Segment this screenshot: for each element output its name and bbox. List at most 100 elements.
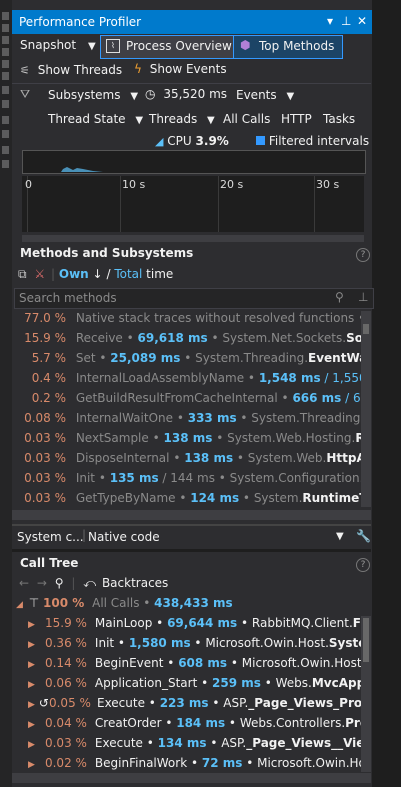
- namespace: • Webs.: [260, 676, 312, 690]
- list-item[interactable]: 0.4 % InternalLoadAssemblyName • 1,548 m…: [12, 371, 361, 391]
- tree-row[interactable]: ▶ 0.04 % CreatOrder • 184 ms • Webs.Contro…: [12, 716, 361, 736]
- tree-row[interactable]: ▶ ↺0.05 % Execute • 223 ms • ASP._Page_Vie…: [12, 696, 361, 716]
- expand-triangle-icon[interactable]: ▶: [28, 680, 35, 690]
- list-item[interactable]: 0.03 % Init • 135 ms / 144 ms • System.C…: [12, 471, 361, 491]
- cpu-graph[interactable]: [22, 150, 366, 174]
- filtered-swatch: [256, 136, 265, 145]
- expand-triangle-icon[interactable]: ▶: [28, 700, 35, 710]
- percent: 0.36 %: [44, 636, 87, 650]
- search-methods-input[interactable]: Search methods ⚲ ⊥: [14, 288, 374, 309]
- snapshot-dropdown[interactable]: Snapshot ▼: [20, 38, 96, 52]
- expand-triangle-icon[interactable]: ▶: [28, 620, 35, 630]
- method-time: 69,618 ms: [137, 331, 208, 345]
- expand-triangle-icon[interactable]: ▶: [28, 660, 35, 670]
- own-sort[interactable]: Own: [59, 267, 89, 281]
- search-icon[interactable]: ⚲: [55, 576, 64, 590]
- namespace: • ASP.: [206, 736, 247, 750]
- show-events-toggle[interactable]: ϟ Show Events: [134, 62, 227, 76]
- search-icon[interactable]: ⚲: [335, 290, 344, 304]
- back-icon[interactable]: ←: [19, 576, 29, 590]
- tick-line: [218, 176, 219, 232]
- process-overview-button[interactable]: ⌇ Process Overview: [100, 35, 234, 59]
- calltree-hscrollbar[interactable]: [12, 773, 371, 783]
- tree-root-row[interactable]: ◢ ⊤ 100 % All Calls • 438,433 ms: [12, 596, 361, 616]
- class-name: _Page_Views_Produ: [248, 696, 361, 710]
- chevron-down-icon: ▼: [286, 91, 295, 102]
- tick-line: [120, 176, 121, 232]
- filter-icon[interactable]: ⛛: [20, 87, 30, 102]
- pin-icon[interactable]: ⊥: [358, 290, 368, 304]
- list-item[interactable]: 0.03 % NextSample • 138 ms • System.Web.…: [12, 431, 361, 451]
- show-threads-toggle[interactable]: ⚟ Show Threads: [20, 63, 122, 77]
- percent: 77.0 %: [24, 311, 66, 325]
- expand-triangle-icon[interactable]: ▶: [28, 740, 35, 750]
- dropdown-icon[interactable]: ▾: [327, 14, 333, 28]
- list-item[interactable]: 5.7 % Set • 25,089 ms • System.Threading…: [12, 351, 361, 371]
- methods-scrollbar[interactable]: [361, 311, 371, 507]
- clock-icon: ◷: [145, 87, 156, 101]
- expand-triangle-icon[interactable]: ◢: [16, 600, 23, 610]
- tasks-filter[interactable]: Tasks: [323, 112, 355, 126]
- percent: 0.2 %: [31, 391, 66, 405]
- list-item[interactable]: 0.08 % InternalWaitOne • 333 ms • System…: [12, 411, 361, 431]
- filter-off-icon[interactable]: ⚔: [34, 267, 45, 281]
- divider: |: [51, 267, 56, 281]
- subsystems-label: Subsystems: [48, 88, 121, 102]
- subsystems-dropdown[interactable]: Subsystems ▼: [48, 88, 138, 102]
- timeline-scrollbar[interactable]: [22, 235, 364, 242]
- backtraces-icon: ⤺: [83, 576, 97, 590]
- pin-icon[interactable]: ⊥: [341, 14, 351, 28]
- method-time: 184 ms: [176, 716, 226, 730]
- namespace: • RabbitMQ.Client.: [237, 616, 353, 630]
- help-icon[interactable]: ?: [356, 558, 370, 572]
- list-item[interactable]: 77.0 % Native stack traces without resol…: [12, 311, 361, 331]
- search-placeholder: Search methods: [19, 291, 117, 305]
- backtraces-button[interactable]: Backtraces: [102, 576, 168, 590]
- list-item[interactable]: 0.2 % GetBuildResultFromCacheInternal • …: [12, 391, 361, 411]
- thread-state-dropdown[interactable]: Thread State ▼: [48, 112, 143, 126]
- layout-icon[interactable]: ⧉: [18, 267, 27, 281]
- tree-row[interactable]: ▶ 0.14 % BeginEvent • 608 ms • Microsoft.O…: [12, 656, 361, 676]
- method-name: Set: [75, 351, 96, 365]
- separator: •: [244, 371, 259, 385]
- tree-row[interactable]: ▶ 0.03 % Execute • 134 ms • ASP._Page_View…: [12, 736, 361, 756]
- methods-hscrollbar[interactable]: [12, 510, 371, 520]
- cpu-value: 3.9%: [195, 134, 229, 148]
- method-time: 438,433 ms: [154, 596, 233, 610]
- timeline-panel[interactable]: 0 10 s 20 s 30 s: [22, 176, 364, 232]
- expand-triangle-icon[interactable]: ▶: [28, 760, 35, 770]
- events-dropdown[interactable]: Events ▼: [236, 88, 294, 102]
- calltree-scroll-thumb[interactable]: [363, 618, 369, 662]
- namespace: • Microsoft.Owin.Host.: [190, 636, 329, 650]
- help-icon[interactable]: ?: [356, 248, 370, 262]
- column-native-code[interactable]: Native code: [88, 530, 160, 544]
- namespace: • System.Web.: [233, 451, 327, 465]
- method-time: 1,548 ms: [258, 371, 321, 385]
- tree-row[interactable]: ▶ 15.9 % MainLoop • 69,644 ms • RabbitMQ.C…: [12, 616, 361, 636]
- wrench-icon[interactable]: 🔧: [356, 529, 371, 543]
- chevron-down-icon[interactable]: ▼: [336, 531, 344, 542]
- method-time: 259 ms: [212, 676, 261, 690]
- methods-scroll-thumb[interactable]: [363, 324, 369, 334]
- forward-icon[interactable]: →: [37, 576, 47, 590]
- tree-row[interactable]: ▶ 0.06 % Application_Start • 259 ms • Webs…: [12, 676, 361, 696]
- list-item[interactable]: 0.03 % GetTypeByName • 124 ms • System.R…: [12, 491, 361, 511]
- http-filter[interactable]: HTTP: [281, 112, 312, 126]
- column-system[interactable]: System c...: [17, 530, 84, 544]
- list-item[interactable]: 15.9 % Receive • 69,618 ms • System.Net.…: [12, 331, 361, 351]
- list-item[interactable]: 0.03 % DisposeInternal • 138 ms • System…: [12, 451, 361, 471]
- tree-row[interactable]: ▶ 0.36 % Init • 1,580 ms • Microsoft.Owin.…: [12, 636, 361, 656]
- lightning-icon: ϟ: [134, 62, 142, 76]
- time-filter[interactable]: ◷ 35,520 ms: [145, 87, 227, 101]
- threads-label: Threads: [149, 112, 198, 126]
- all-calls-filter[interactable]: All Calls: [223, 112, 270, 126]
- close-icon[interactable]: ✕: [357, 14, 367, 28]
- splitter[interactable]: [12, 549, 371, 552]
- total-sort[interactable]: Total: [114, 267, 142, 281]
- expand-triangle-icon[interactable]: ▶: [28, 640, 35, 650]
- expand-triangle-icon[interactable]: ▶: [28, 720, 35, 730]
- top-methods-button[interactable]: ⬢ Top Methods: [233, 35, 343, 59]
- method-name: DisposeInternal: [75, 451, 170, 465]
- namespace: • System.Threading.: [180, 351, 309, 365]
- threads-dropdown[interactable]: Threads ▼: [149, 112, 215, 126]
